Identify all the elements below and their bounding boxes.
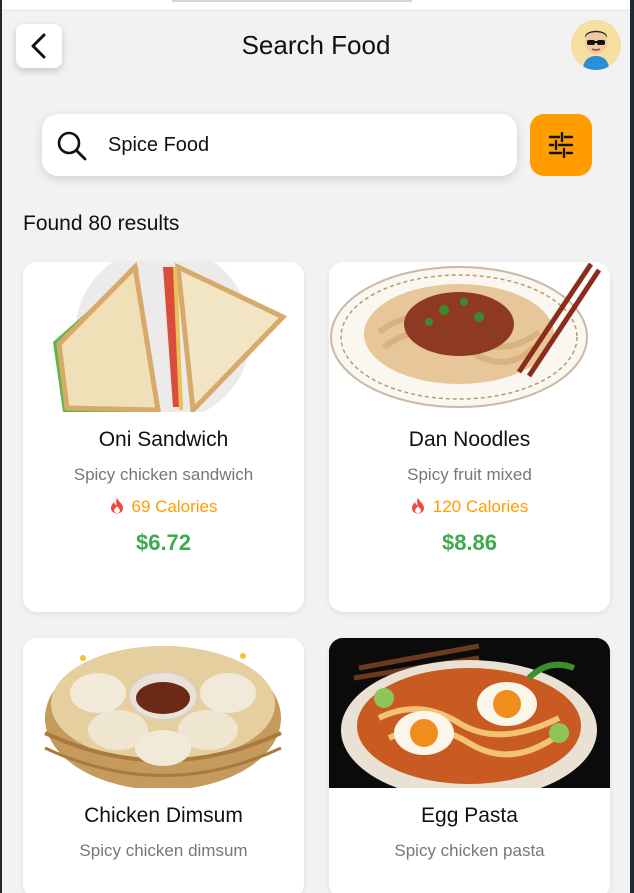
sliders-icon: [548, 132, 574, 158]
food-name: Dan Noodles: [408, 428, 531, 451]
filter-button[interactable]: [530, 114, 592, 176]
avatar-image: [571, 20, 621, 70]
results-count: Found 80 results: [23, 212, 180, 235]
food-image-sandwich: [23, 262, 304, 412]
search-bar[interactable]: [42, 114, 517, 176]
flame-icon: [411, 498, 424, 514]
food-card-oni-sandwich[interactable]: Oni Sandwich Spicy chicken sandwich 69 C…: [23, 262, 304, 612]
food-name: Egg Pasta: [421, 804, 518, 827]
calories-text: 120 Calories: [432, 497, 529, 516]
food-description: Spicy chicken pasta: [394, 841, 545, 860]
flame-icon: [110, 498, 123, 514]
food-card-egg-pasta[interactable]: Egg Pasta Spicy chicken pasta: [329, 638, 610, 893]
search-input[interactable]: [108, 130, 498, 160]
food-calories: 120 Calories: [329, 497, 610, 517]
food-image-egg-pasta: [329, 638, 610, 788]
avatar[interactable]: [571, 20, 621, 70]
food-name: Oni Sandwich: [98, 428, 229, 451]
food-card-dan-noodles[interactable]: Dan Noodles Spicy fruit mixed 120 Calori…: [329, 262, 610, 612]
food-description: Spicy fruit mixed: [407, 465, 532, 484]
food-price: $8.86: [441, 530, 498, 555]
food-calories: 69 Calories: [23, 497, 304, 517]
calories-text: 69 Calories: [131, 497, 218, 516]
food-image-dimsum: [23, 638, 304, 788]
food-card-chicken-dimsum[interactable]: Chicken Dimsum Spicy chicken dimsum: [23, 638, 304, 893]
food-price: $6.72: [135, 530, 192, 555]
food-image-noodles: [329, 262, 610, 412]
status-notch: [172, 0, 412, 2]
food-description: Spicy chicken dimsum: [79, 841, 248, 860]
status-bar: [2, 0, 630, 11]
page-title: Search Food: [241, 30, 391, 60]
app-screen: Search Food Found 80 results: [2, 0, 630, 893]
food-name: Chicken Dimsum: [84, 804, 243, 827]
search-icon: [57, 131, 87, 161]
food-description: Spicy chicken sandwich: [73, 465, 254, 484]
